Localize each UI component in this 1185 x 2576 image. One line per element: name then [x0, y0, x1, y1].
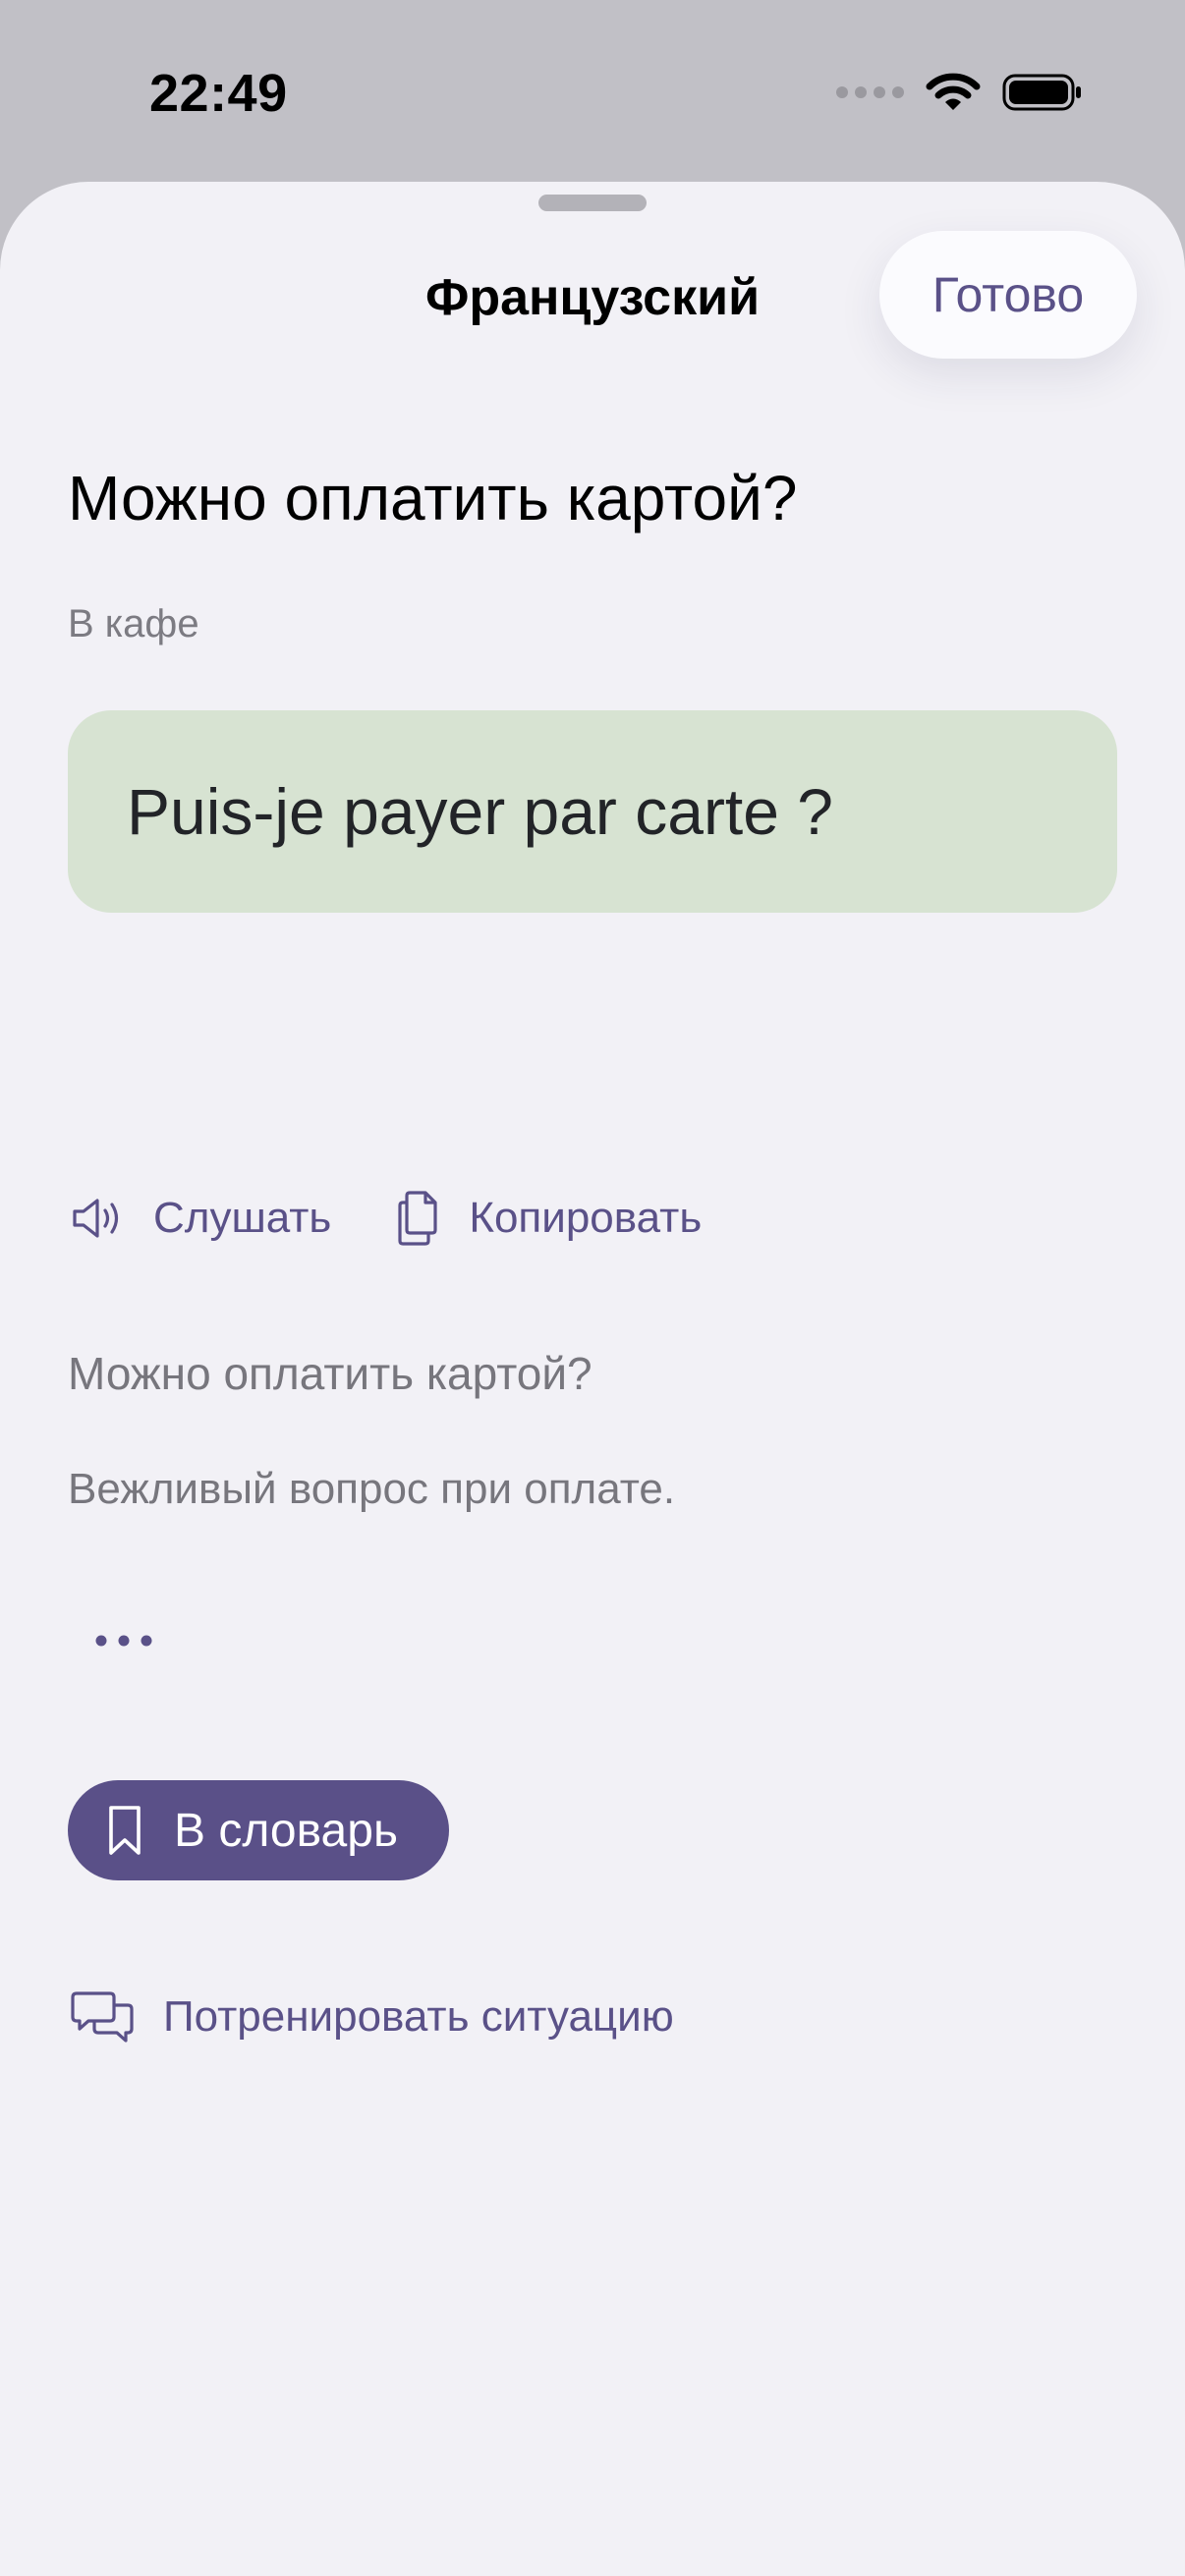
practice-situation-button[interactable]: Потренировать ситуацию [71, 1989, 674, 2044]
phrase-detail-sheet: Французский Готово Можно оплатить картой… [0, 182, 1185, 2576]
cellular-signal-icon [836, 86, 904, 98]
add-to-dictionary-button[interactable]: В словарь [68, 1780, 449, 1880]
usage-note: Вежливый вопрос при оплате. [68, 1465, 676, 1513]
ellipsis-icon [95, 1635, 152, 1647]
action-row: Слушать Копировать [71, 1189, 702, 1248]
sheet-grabber[interactable] [538, 195, 647, 211]
battery-icon [1002, 74, 1081, 111]
copy-button[interactable]: Копировать [396, 1189, 702, 1248]
listen-button[interactable]: Слушать [71, 1194, 331, 1243]
status-bar: 22:49 [0, 0, 1185, 182]
copy-icon [398, 1191, 437, 1246]
context-label: В кафе [68, 602, 199, 645]
translation-card: Puis-je payer par carte ? [68, 710, 1117, 913]
add-to-dictionary-label: В словарь [174, 1804, 398, 1857]
chat-bubbles-icon [71, 1991, 134, 2043]
status-time: 22:49 [149, 64, 288, 123]
done-button[interactable]: Готово [879, 231, 1137, 359]
more-button[interactable] [94, 1611, 173, 1670]
copy-label: Копировать [469, 1194, 703, 1242]
phrase-title: Можно оплатить картой? [68, 463, 798, 533]
practice-situation-label: Потренировать ситуацию [163, 1992, 674, 2041]
translation-text: Puis-je payer par carte ? [127, 775, 834, 848]
listen-label: Слушать [153, 1194, 332, 1242]
bookmark-icon [109, 1806, 141, 1855]
wifi-icon [926, 73, 981, 110]
speaker-icon [73, 1199, 119, 1238]
original-phrase: Можно оплатить картой? [68, 1348, 592, 1399]
status-icons [836, 73, 1083, 112]
